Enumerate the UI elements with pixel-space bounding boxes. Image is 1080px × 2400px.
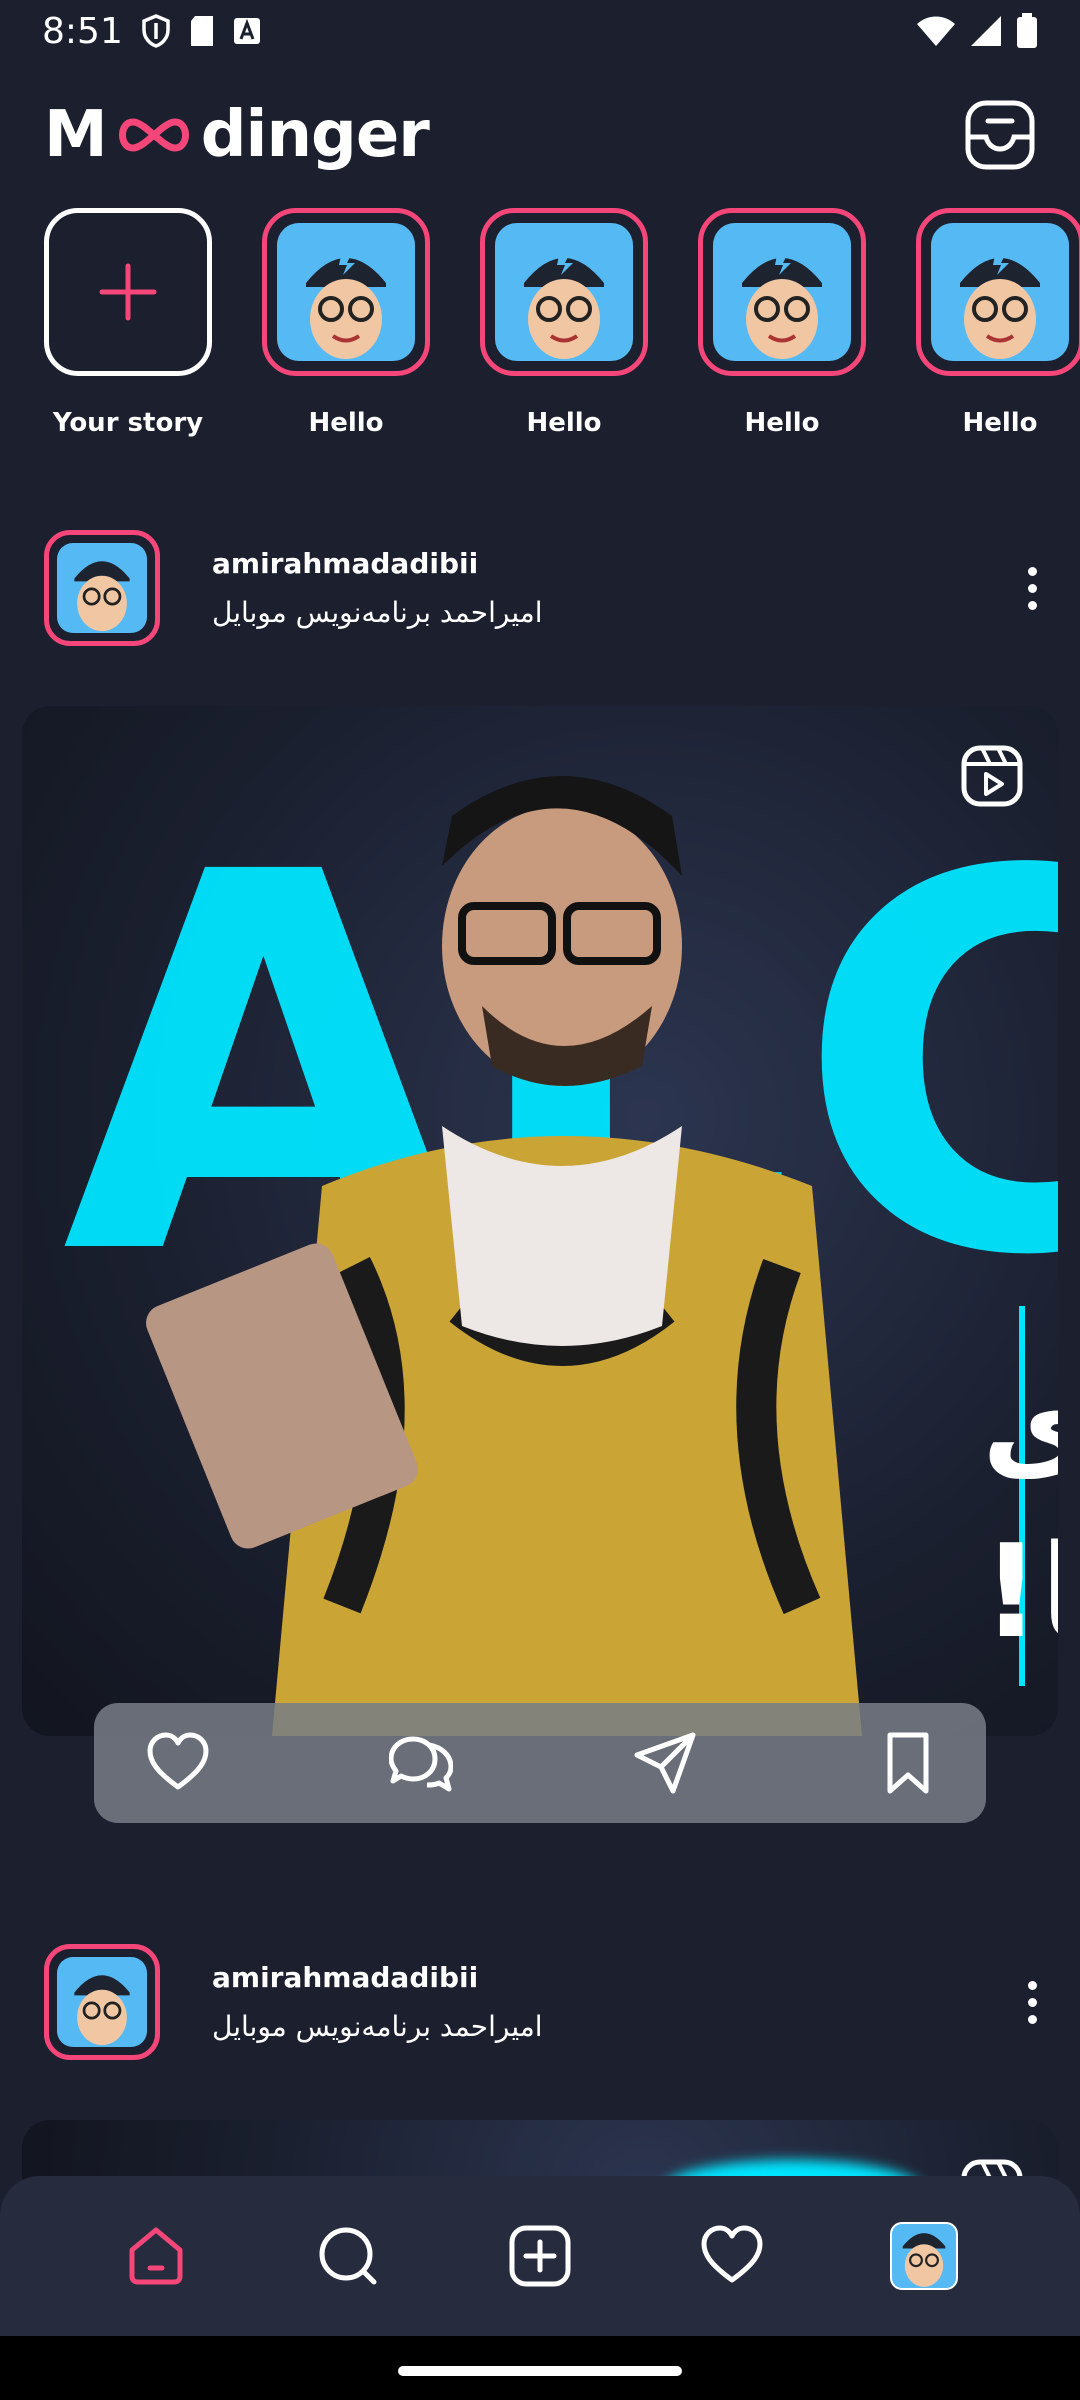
nav-activity[interactable]	[696, 2220, 768, 2292]
stories-row: Your story Hello Hello Hello Hello	[44, 208, 1080, 448]
avatar-image	[742, 251, 822, 359]
avatar	[57, 1957, 147, 2047]
story-avatar	[931, 223, 1069, 361]
story-label: Hello	[526, 408, 602, 438]
logo-text-start: M	[44, 98, 108, 172]
story-label: Hello	[962, 408, 1038, 438]
font-a-icon	[233, 18, 260, 44]
post-meta: amirahmadadibii امیراحمد برنامه‌نویس موب…	[212, 1961, 543, 2043]
search-icon	[319, 2227, 377, 2285]
avatar-image	[306, 251, 386, 359]
story-ring[interactable]	[698, 208, 866, 376]
add-story-button[interactable]	[44, 208, 212, 376]
story-label: Hello	[744, 408, 820, 438]
home-icon	[129, 2227, 183, 2285]
more-options-icon[interactable]	[1020, 1972, 1044, 2032]
post-header: amirahmadadibii امیراحمد برنامه‌نویس موب…	[44, 530, 1044, 646]
shield-icon	[142, 14, 170, 48]
add-icon	[509, 2225, 571, 2287]
app-header: M dinger	[0, 90, 1080, 180]
story-label: Your story	[52, 408, 204, 438]
avatar-image	[74, 561, 130, 632]
profile-avatar	[890, 2222, 958, 2290]
heart-icon	[701, 2225, 763, 2283]
reel-icon	[961, 745, 1023, 807]
post-header: amirahmadadibii امیراحمد برنامه‌نویس موب…	[44, 1944, 1044, 2060]
battery-icon	[1017, 13, 1037, 48]
heart-icon[interactable]	[146, 1731, 210, 1795]
nav-add[interactable]	[504, 2220, 576, 2292]
more-options-icon[interactable]	[1020, 558, 1044, 618]
nav-profile[interactable]	[888, 2220, 960, 2292]
story-item[interactable]: Hello	[916, 208, 1080, 448]
post-meta: amirahmadadibii امیراحمد برنامه‌نویس موب…	[212, 547, 543, 629]
plus-icon	[99, 263, 157, 321]
post-image[interactable]: ALC انگلیسی برای برنامه نویس ها!	[22, 706, 1058, 1736]
avatar-image	[960, 251, 1040, 359]
story-avatar	[277, 223, 415, 361]
post-username[interactable]: amirahmadadibii	[212, 1961, 543, 1994]
post-overlay-line2: برنامه نویس ها!	[982, 1518, 1058, 1667]
story-item[interactable]: Hello	[698, 208, 866, 448]
wifi-icon	[917, 16, 955, 46]
story-label: Hello	[308, 408, 384, 438]
nav-home[interactable]	[120, 2220, 192, 2292]
post-avatar-ring[interactable]	[44, 530, 160, 646]
avatar-image	[74, 1975, 130, 2046]
story-your-story[interactable]: Your story	[44, 208, 212, 448]
story-ring[interactable]	[916, 208, 1080, 376]
story-avatar	[495, 223, 633, 361]
story-ring[interactable]	[262, 208, 430, 376]
nav-search[interactable]	[312, 2220, 384, 2292]
infinity-logo-icon	[118, 118, 189, 152]
avatar-image	[524, 251, 604, 359]
inbox-icon[interactable]	[964, 99, 1036, 171]
story-avatar	[713, 223, 851, 361]
comment-icon[interactable]	[389, 1731, 454, 1795]
send-icon[interactable]	[633, 1731, 697, 1795]
post-username[interactable]: amirahmadadibii	[212, 547, 543, 580]
sd-card-icon	[190, 16, 213, 46]
story-item[interactable]: Hello	[262, 208, 430, 448]
avatar	[57, 543, 147, 633]
app-logo: M dinger	[44, 98, 430, 172]
home-gesture-bar[interactable]	[398, 2366, 682, 2376]
status-time: 8:51	[42, 10, 123, 52]
post-overlay-line1: انگلیسی برای	[982, 1356, 1058, 1495]
logo-text-end: dinger	[200, 98, 430, 172]
bookmark-icon[interactable]	[876, 1731, 940, 1795]
status-bar: 8:51	[0, 0, 1080, 62]
bottom-nav	[0, 2176, 1080, 2336]
post-avatar-ring[interactable]	[44, 1944, 160, 2060]
post-subtitle: امیراحمد برنامه‌نویس موبایل	[212, 2010, 543, 2043]
post-artwork: ALC انگلیسی برای برنامه نویس ها!	[62, 763, 1058, 1736]
avatar-image	[902, 2233, 946, 2287]
post-subtitle: امیراحمد برنامه‌نویس موبایل	[212, 596, 543, 629]
story-ring[interactable]	[480, 208, 648, 376]
post-action-bar	[94, 1703, 986, 1823]
signal-icon	[971, 16, 1001, 46]
story-item[interactable]: Hello	[480, 208, 648, 448]
